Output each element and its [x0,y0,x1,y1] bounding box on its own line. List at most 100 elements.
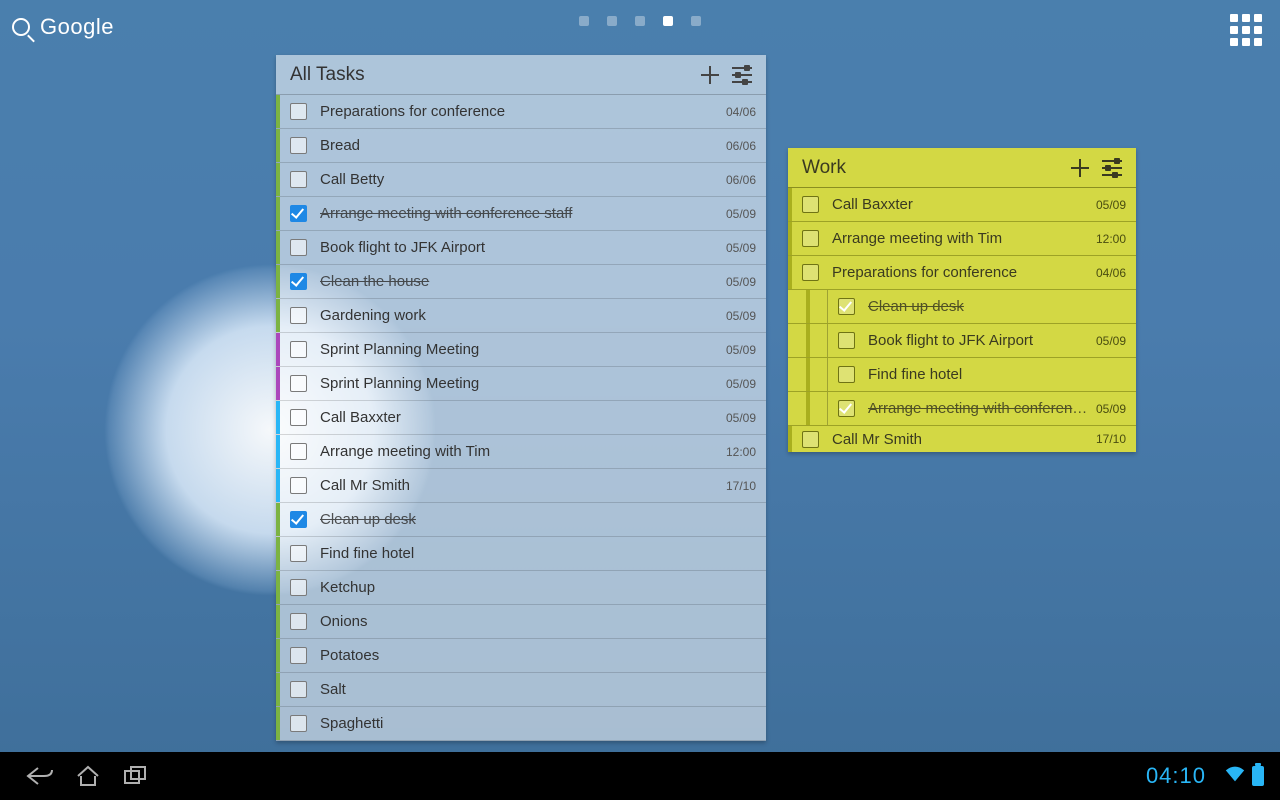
task-date: 17/10 [726,479,756,493]
task-row[interactable]: Potatoes [276,639,766,673]
task-row[interactable]: Book flight to JFK Airport05/09 [788,324,1136,358]
task-checkbox[interactable] [290,647,307,664]
task-row[interactable]: Arrange meeting with Tim12:00 [788,222,1136,256]
task-row[interactable]: Call Baxxter05/09 [788,188,1136,222]
plus-icon [701,66,719,84]
task-row[interactable]: Arrange meeting with conference staff 05/… [276,197,766,231]
task-label: Arrange meeting with Tim [316,443,718,460]
task-label: Call Baxxter [828,196,1088,213]
task-checkbox[interactable] [838,298,855,315]
task-row[interactable]: Sprint Planning Meeting05/09 [276,367,766,401]
task-date: 04/06 [1096,266,1126,280]
task-checkbox[interactable] [290,613,307,630]
task-checkbox[interactable] [290,545,307,562]
task-checkbox[interactable] [290,205,307,222]
task-checkbox[interactable] [290,341,307,358]
task-date: 05/09 [726,343,756,357]
app-drawer-button[interactable] [1230,14,1262,46]
task-row[interactable]: Preparations for conference04/06 [276,95,766,129]
search-icon [12,18,30,36]
task-checkbox[interactable] [290,681,307,698]
task-label: Clean up desk [864,298,1118,315]
task-row[interactable]: Bread06/06 [276,129,766,163]
task-checkbox[interactable] [290,477,307,494]
task-label: Bread [316,137,718,154]
task-label: Potatoes [316,647,748,664]
task-checkbox[interactable] [290,715,307,732]
task-row[interactable]: Call Betty 06/06 [276,163,766,197]
task-label: Book flight to JFK Airport [864,332,1088,349]
task-row[interactable]: Clean up desk [276,503,766,537]
home-button[interactable] [64,758,112,794]
task-checkbox[interactable] [290,443,307,460]
task-date: 05/09 [726,275,756,289]
task-row[interactable]: Gardening work05/09 [276,299,766,333]
task-checkbox[interactable] [290,307,307,324]
google-search[interactable]: Google [12,14,114,40]
task-checkbox[interactable] [290,239,307,256]
task-row[interactable]: Find fine hotel [276,537,766,571]
task-label: Clean up desk [316,511,748,528]
task-date: 05/09 [1096,402,1126,416]
task-row[interactable]: Preparations for conference04/06 [788,256,1136,290]
task-checkbox[interactable] [802,196,819,213]
task-label: Find fine hotel [316,545,748,562]
back-button[interactable] [16,758,64,794]
task-row[interactable]: Salt [276,673,766,707]
search-label: Google [40,14,114,40]
task-checkbox[interactable] [290,511,307,528]
add-task-button[interactable] [694,59,726,91]
task-row[interactable]: Arrange meeting with conferenc… 05/09 [788,392,1136,426]
task-row[interactable]: Spaghetti [276,707,766,741]
widget-settings-button[interactable] [1096,152,1128,184]
task-row[interactable]: Book flight to JFK Airport05/09 [276,231,766,265]
task-label: Onions [316,613,748,630]
battery-icon [1252,766,1264,786]
task-checkbox[interactable] [802,431,819,448]
task-label: Arrange meeting with conference staff [316,205,718,222]
widget-settings-button[interactable] [726,59,758,91]
task-checkbox[interactable] [838,332,855,349]
sliders-icon [732,67,752,83]
task-row[interactable]: Clean the house 05/09 [276,265,766,299]
task-checkbox[interactable] [838,366,855,383]
task-row[interactable]: Call Baxxter05/09 [276,401,766,435]
task-label: Call Betty [316,171,718,188]
task-label: Arrange meeting with conferenc… [864,400,1088,417]
task-list: Preparations for conference04/06Bread06/… [276,95,766,741]
task-date: 12:00 [1096,232,1126,246]
task-checkbox[interactable] [802,264,819,281]
task-row[interactable]: Find fine hotel [788,358,1136,392]
recent-apps-button[interactable] [112,758,160,794]
task-date: 05/09 [726,241,756,255]
task-checkbox[interactable] [290,579,307,596]
task-label: Salt [316,681,748,698]
task-date: 05/09 [726,377,756,391]
task-date: 06/06 [726,173,756,187]
task-row[interactable]: Clean up desk [788,290,1136,324]
task-checkbox[interactable] [290,375,307,392]
task-list: Call Baxxter05/09Arrange meeting with Ti… [788,188,1136,452]
task-checkbox[interactable] [290,409,307,426]
task-label: Call Mr Smith [316,477,718,494]
task-row[interactable]: Call Mr Smith17/10 [788,426,1136,452]
task-date: 05/09 [726,207,756,221]
task-label: Call Mr Smith [828,431,1088,448]
task-row[interactable]: Onions [276,605,766,639]
task-label: Clean the house [316,273,718,290]
task-checkbox[interactable] [290,137,307,154]
widget-title: All Tasks [290,64,694,86]
task-checkbox[interactable] [290,171,307,188]
task-row[interactable]: Sprint Planning Meeting05/09 [276,333,766,367]
task-checkbox[interactable] [290,273,307,290]
add-task-button[interactable] [1064,152,1096,184]
task-checkbox[interactable] [802,230,819,247]
task-row[interactable]: Ketchup [276,571,766,605]
page-indicator[interactable] [579,16,701,26]
status-clock: 04:10 [1146,763,1206,789]
task-checkbox[interactable] [290,103,307,120]
task-label: Find fine hotel [864,366,1118,383]
task-row[interactable]: Arrange meeting with Tim12:00 [276,435,766,469]
task-checkbox[interactable] [838,400,855,417]
task-row[interactable]: Call Mr Smith 17/10 [276,469,766,503]
